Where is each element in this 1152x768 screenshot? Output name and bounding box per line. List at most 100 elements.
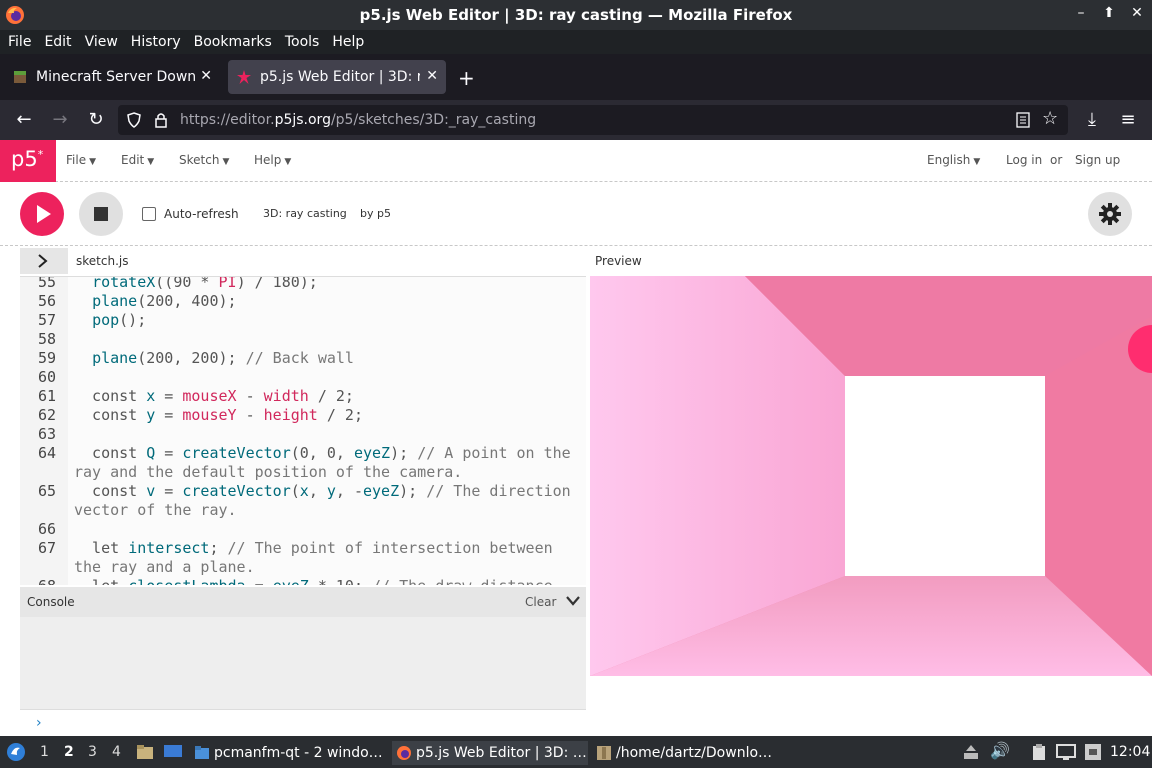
code-line[interactable]: 59 plane(200, 200); // Back wall [20,349,586,368]
tab-label: p5.js Web Editor | 3D: ray casting [260,69,420,85]
code-line[interactable]: 63 [20,425,586,444]
code-editor[interactable]: 55 rotateX((90 * PI) / 180); 56 plane(200… [20,276,586,585]
downloads-icon[interactable]: ⤓ [1082,110,1102,130]
sidebar-toggle-button[interactable] [20,248,68,274]
menu-history[interactable]: History [131,34,181,50]
bookmark-star-icon[interactable]: ☆ [1042,108,1058,129]
menu-file[interactable]: File [8,34,31,50]
menu-view[interactable]: View [85,34,118,50]
sketch-name[interactable]: 3D: ray casting [263,207,347,220]
network-icon[interactable] [1084,743,1102,761]
play-button[interactable] [20,192,64,236]
reader-view-icon[interactable] [1016,112,1030,128]
close-window-button[interactable]: ✕ [1130,5,1144,21]
line-number: 55 [37,276,56,291]
task-firefox[interactable]: p5.js Web Editor | 3D: … [392,741,588,765]
code-line[interactable]: ray and the default position of the came… [20,463,586,482]
tab-p5-editor[interactable]: p5.js Web Editor | 3D: ray casting ✕ [228,60,446,94]
workspace-3[interactable]: 3 [88,744,97,760]
signup-link[interactable]: Sign up [1075,153,1120,167]
forward-arrow-icon[interactable]: → [50,110,70,130]
p5-menu-edit[interactable]: Edit ▼ [121,153,154,167]
line-number: 65 [37,482,56,500]
code-line[interactable]: 60 [20,368,586,387]
system-taskbar: 1 2 3 4 pcmanfm-qt - 2 windo… p5.js Web … [0,736,1152,768]
code-line[interactable]: 67 let intersect; // The point of inters… [20,539,586,558]
task-terminal[interactable]: /home/dartz/Downlo… [596,741,796,765]
or-text: or [1050,153,1063,167]
upload-tray-icon[interactable] [962,743,980,761]
workspace-4[interactable]: 4 [112,744,121,760]
code-line[interactable]: 68 let closestLambda = eyeZ * 10; // The… [20,577,586,585]
menu-tools[interactable]: Tools [285,34,320,50]
new-tab-button[interactable]: + [458,66,475,90]
url-bar[interactable]: https://editor.p5js.org/p5/sketches/3D:_… [118,105,1068,135]
minimize-button[interactable]: – [1074,5,1088,21]
gear-icon [1099,203,1121,225]
code-line[interactable]: vector of the ray. [20,501,586,520]
firefox-icon [397,746,411,760]
code-text: const Q = createVector(0, 0, eyeZ); // A… [74,444,571,462]
lock-icon[interactable] [154,112,168,128]
console-header: Console Clear [20,587,586,617]
code-line[interactable]: 57 pop(); [20,311,586,330]
menu-help[interactable]: Help [332,34,364,50]
file-name: sketch.js [76,254,129,268]
workspace-2[interactable]: 2 [64,744,74,760]
window-title: p5.js Web Editor | 3D: ray casting — Moz… [359,6,793,24]
chevron-down-icon[interactable] [565,595,581,607]
code-text: rotateX((90 * PI) / 180); [92,276,318,291]
code-text: the ray and a plane. [74,558,255,576]
shield-icon[interactable] [126,112,142,128]
line-number: 56 [37,292,56,310]
close-tab-icon[interactable]: ✕ [200,68,212,84]
console-input[interactable]: › [20,709,586,736]
auto-refresh-checkbox[interactable] [142,207,156,221]
p5-menu-file[interactable]: File ▼ [66,153,96,167]
code-line[interactable]: 56 plane(200, 400); [20,292,586,311]
code-text: const v = createVector(x, y, -eyeZ); // … [74,482,571,500]
sketch-preview-canvas[interactable] [590,276,1152,676]
p5-logo[interactable]: p5* [0,140,56,182]
desktop-icon[interactable] [163,744,183,760]
volume-icon[interactable]: 🔊 [990,741,1010,760]
code-line[interactable]: 66 [20,520,586,539]
p5-menu-help[interactable]: Help ▼ [254,153,291,167]
clipboard-icon[interactable] [1030,743,1048,761]
console-clear-button[interactable]: Clear [525,595,556,609]
close-tab-icon[interactable]: ✕ [426,68,438,84]
maximize-button[interactable]: ⬆ [1102,5,1116,21]
language-dropdown[interactable]: English ▼ [927,153,980,167]
code-line[interactable]: the ray and a plane. [20,558,586,577]
sketch-author: by p5 [360,207,391,220]
auto-refresh-label: Auto-refresh [164,207,239,221]
start-menu-icon[interactable] [6,742,26,762]
code-line[interactable]: 61 const x = mouseX - width / 2; [20,387,586,406]
tab-minecraft[interactable]: Minecraft Server Download ✕ [4,60,220,94]
p5-menu-sketch[interactable]: Sketch ▼ [179,153,229,167]
display-icon[interactable] [1056,743,1076,761]
reload-icon[interactable]: ↻ [86,110,106,130]
code-line[interactable]: 65 const v = createVector(x, y, -eyeZ); … [20,482,586,501]
code-line[interactable]: 58 [20,330,586,349]
login-link[interactable]: Log in [1006,153,1042,167]
workspace-1[interactable]: 1 [40,744,49,760]
code-line[interactable]: 64 const Q = createVector(0, 0, eyeZ); /… [20,444,586,463]
stop-button[interactable] [79,192,123,236]
settings-button[interactable] [1088,192,1132,236]
menu-bookmarks[interactable]: Bookmarks [194,34,272,50]
code-text: let closestLambda = eyeZ * 10; // The dr… [74,577,553,585]
code-text: plane(200, 200); // Back wall [92,349,354,367]
code-line[interactable]: 55 rotateX((90 * PI) / 180); [20,276,586,292]
preview-label: Preview [595,254,642,268]
tab-label: Minecraft Server Download [36,69,196,85]
file-manager-icon[interactable] [136,744,154,760]
p5-header: p5* File ▼ Edit ▼ Sketch ▼ Help ▼ English ▼ L… [0,140,1152,182]
hamburger-menu-icon[interactable]: ≡ [1118,110,1138,130]
p5-toolbar: Auto-refresh 3D: ray casting by p5 [0,182,1152,246]
code-line[interactable]: 62 const y = mouseY - height / 2; [20,406,586,425]
task-pcmanfm[interactable]: pcmanfm-qt - 2 windo… [194,741,386,765]
code-text: const x = mouseX - width / 2; [74,387,354,405]
menu-edit[interactable]: Edit [44,34,71,50]
back-arrow-icon[interactable]: ← [14,110,34,130]
